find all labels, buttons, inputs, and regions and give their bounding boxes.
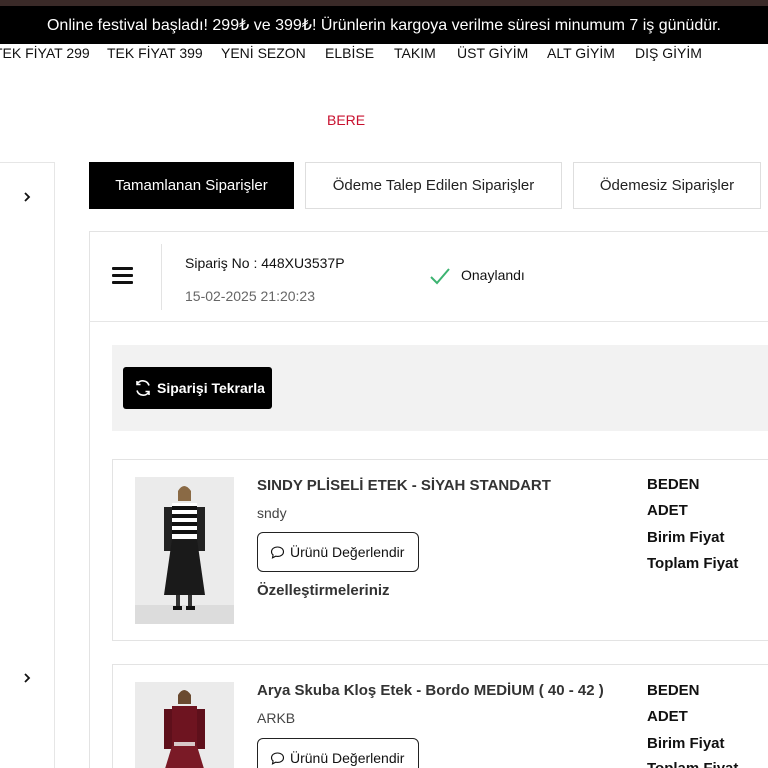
product-title[interactable]: SINDY PLİSELİ ETEK - SİYAH STANDART [257,477,551,494]
product-title[interactable]: Arya Skuba Kloş Etek - Bordo MEDİUM ( 40… [257,682,604,699]
divider [161,244,162,310]
reorder-label: Siparişi Tekrarla [157,380,265,396]
check-icon [429,266,451,286]
product-brand: sndy [257,505,287,521]
review-label: Ürünü Değerlendir [290,750,405,766]
tab-label: Tamamlanan Siparişler [115,177,268,194]
announcement-bar: Online festival başladı! 299₺ ve 399₺! Ü… [0,6,768,44]
chevron-right-icon[interactable] [20,190,34,204]
menu-icon[interactable] [112,267,133,285]
total-price-label: Toplam Fiyat [647,760,738,768]
total-price-label: Toplam Fiyat [647,555,739,572]
main-nav: TEK FİYAT 299 TEK FİYAT 399 YENİ SEZON E… [0,44,702,62]
reorder-button[interactable]: Siparişi Tekrarla [123,367,272,409]
review-product-button[interactable]: Ürünü Değerlendir [257,738,419,768]
review-label: Ürünü Değerlendir [290,544,405,560]
nav-item-yeni-sezon[interactable]: YENİ SEZON [221,45,325,61]
tab-unpaid-orders[interactable]: Ödemesiz Siparişler [573,162,761,209]
nav-item-tek-fiyat-399[interactable]: TEK FİYAT 399 [107,45,221,61]
unit-price-label: Birim Fiyat [647,735,725,752]
nav-item-alt-giyim[interactable]: ALT GİYİM [547,45,635,61]
announcement-text: Online festival başladı! 299₺ ve 399₺! Ü… [46,17,721,34]
divider [89,321,768,322]
size-label: BEDEN [647,682,700,699]
product-image[interactable] [135,682,234,768]
order-status: Onaylandı [461,267,525,283]
quantity-label: ADET [647,502,688,519]
nav-item-tek-fiyat-299[interactable]: TEK FİYAT 299 [0,45,107,61]
speech-bubble-icon [270,751,285,765]
refresh-icon [136,380,150,396]
nav-item-takim[interactable]: TAKIM [394,45,457,61]
chevron-right-icon[interactable] [20,671,34,685]
tab-label: Ödeme Talep Edilen Siparişler [332,177,535,194]
nav-item-ust-giyim[interactable]: ÜST GİYİM [457,45,547,61]
quantity-label: ADET [647,708,688,725]
account-sidebar [0,162,55,768]
tab-completed-orders[interactable]: Tamamlanan Siparişler [89,162,294,209]
size-label: BEDEN [647,476,700,493]
customizations-label: Özelleştirmeleriniz [257,582,390,599]
product-brand: ARKB [257,710,296,726]
tab-label: Ödemesiz Siparişler [599,177,735,194]
order-number: Sipariş No : 448XU3537P [185,255,345,271]
unit-price-label: Birim Fiyat [647,529,725,546]
speech-bubble-icon [270,545,285,559]
nav-item-elbise[interactable]: ELBİSE [325,45,394,61]
tab-payment-requested-orders[interactable]: Ödeme Talep Edilen Siparişler [305,162,562,209]
nav-item-dis-giyim[interactable]: DIŞ GİYİM [635,45,702,61]
review-product-button[interactable]: Ürünü Değerlendir [257,532,419,572]
product-image[interactable] [135,477,234,624]
nav-item-bere[interactable]: BERE [327,112,365,128]
order-date: 15-02-2025 21:20:23 [185,288,315,304]
